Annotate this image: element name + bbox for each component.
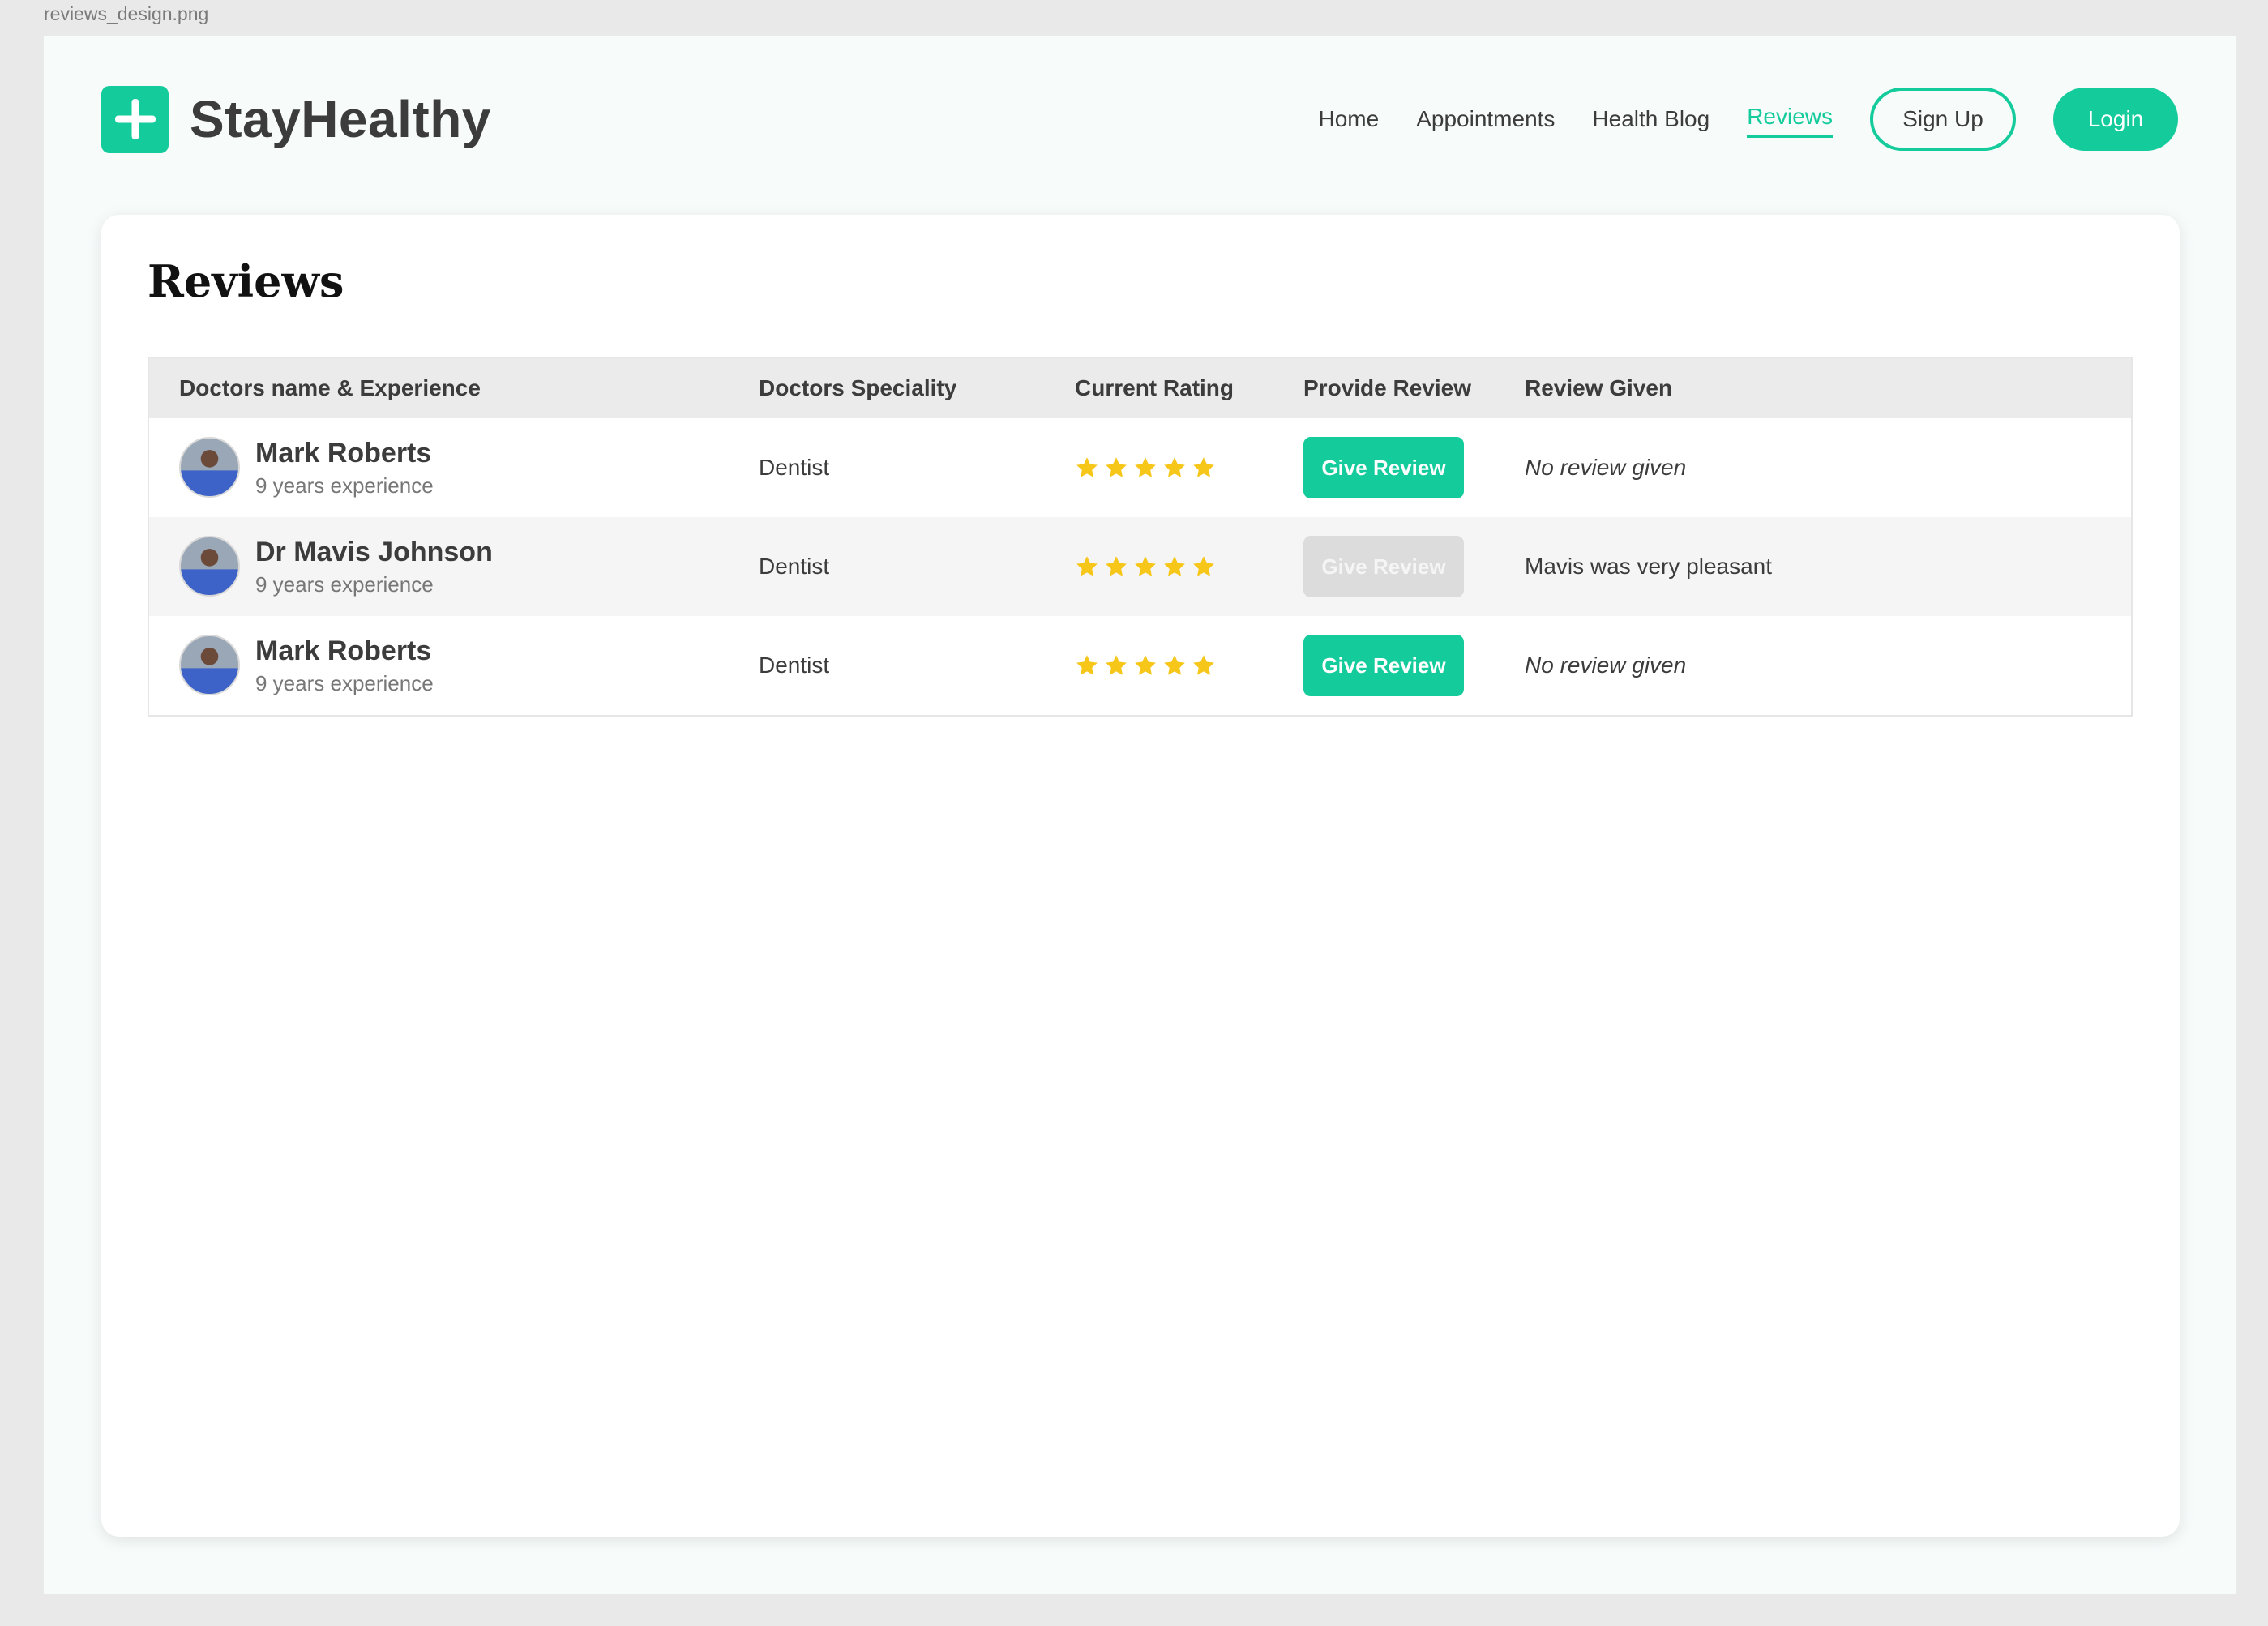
doctor-speciality: Dentist (759, 554, 830, 579)
table-row: Mark Roberts 9 years experience Dentist … (149, 616, 2131, 715)
rating-cell (1075, 456, 1303, 480)
provide-review-cell: Give Review (1303, 437, 1525, 498)
doctor-cell: Dr Mavis Johnson 9 years experience (149, 536, 759, 597)
nav-link-appointments[interactable]: Appointments (1416, 103, 1555, 135)
header-rating: Current Rating (1075, 375, 1234, 400)
star-icon (1076, 556, 1098, 576)
doctor-cell: Mark Roberts 9 years experience (149, 635, 759, 696)
provide-review-cell: Give Review (1303, 536, 1525, 597)
star-icon (1164, 556, 1185, 576)
star-icon (1135, 457, 1156, 477)
doctor-avatar (179, 536, 240, 597)
login-button[interactable]: Login (2053, 88, 2178, 151)
header-doctor: Doctors name & Experience (179, 375, 481, 400)
table-header-row: Doctors name & Experience Doctors Specia… (149, 358, 2131, 418)
star-icon (1135, 556, 1156, 576)
reviews-table: Doctors name & Experience Doctors Specia… (148, 357, 2133, 717)
header-provide-review: Provide Review (1303, 375, 1471, 400)
star-icon (1164, 457, 1185, 477)
star-icon (1193, 457, 1214, 477)
star-icon (1106, 655, 1127, 675)
star-icon (1106, 457, 1127, 477)
star-icon (1193, 556, 1214, 576)
doctor-name: Dr Mavis Johnson (255, 537, 493, 568)
table-row: Mark Roberts 9 years experience Dentist … (149, 418, 2131, 517)
sign-up-button[interactable]: Sign Up (1870, 88, 2016, 151)
nav-link-home[interactable]: Home (1319, 103, 1380, 135)
nav-link-reviews[interactable]: Reviews (1747, 101, 1833, 138)
header-review-given: Review Given (1525, 375, 1673, 400)
review-given-text: No review given (1525, 653, 1687, 678)
doctor-experience: 9 years experience (255, 571, 434, 597)
star-icon (1076, 457, 1098, 477)
star-rating (1075, 554, 1303, 579)
rating-cell (1075, 653, 1303, 678)
doctor-experience: 9 years experience (255, 670, 434, 695)
give-review-button-disabled: Give Review (1303, 536, 1464, 597)
doctor-experience: 9 years experience (255, 473, 434, 498)
star-rating (1075, 456, 1303, 480)
review-given-text: No review given (1525, 455, 1687, 480)
navbar: StayHealthy Home Appointments Health Blo… (101, 85, 2178, 153)
rating-cell (1075, 554, 1303, 579)
header-speciality: Doctors Speciality (759, 375, 957, 400)
brand[interactable]: StayHealthy (101, 85, 491, 153)
doctor-cell: Mark Roberts 9 years experience (149, 437, 759, 498)
brand-name: StayHealthy (190, 90, 491, 148)
star-rating (1075, 653, 1303, 678)
give-review-button[interactable]: Give Review (1303, 635, 1464, 696)
nav-menu: Home Appointments Health Blog Reviews Si… (1282, 88, 2178, 151)
give-review-button[interactable]: Give Review (1303, 437, 1464, 498)
doctor-speciality: Dentist (759, 653, 830, 678)
plus-logo-icon (101, 85, 169, 153)
star-icon (1135, 655, 1156, 675)
page-frame: StayHealthy Home Appointments Health Blo… (44, 36, 2236, 1594)
doctor-avatar (179, 635, 240, 696)
file-name-label: reviews_design.png (44, 3, 209, 24)
doctor-name: Mark Roberts (255, 635, 432, 667)
star-icon (1164, 655, 1185, 675)
star-icon (1106, 556, 1127, 576)
table-row: Dr Mavis Johnson 9 years experience Dent… (149, 517, 2131, 616)
review-given-text: Mavis was very pleasant (1525, 554, 1773, 579)
star-icon (1076, 655, 1098, 675)
doctor-speciality: Dentist (759, 455, 830, 480)
star-icon (1193, 655, 1214, 675)
page-title: Reviews (148, 255, 344, 307)
nav-link-health-blog[interactable]: Health Blog (1592, 103, 1710, 135)
doctor-avatar (179, 437, 240, 498)
reviews-card: Reviews Doctors name & Experience Doctor… (101, 215, 2180, 1537)
provide-review-cell: Give Review (1303, 635, 1525, 696)
doctor-name: Mark Roberts (255, 438, 432, 469)
